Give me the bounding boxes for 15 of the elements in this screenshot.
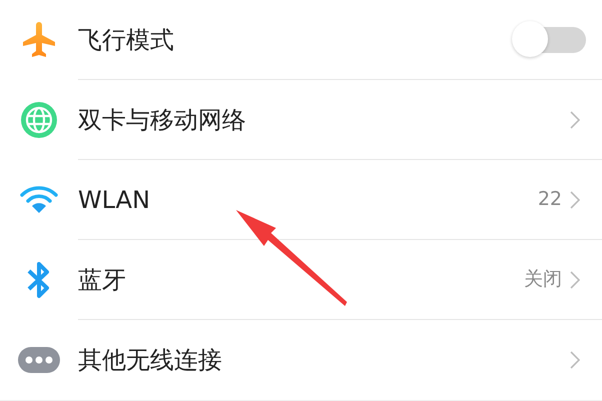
more-icon [18, 347, 60, 373]
setting-label[interactable]: 双卡与移动网络 [78, 102, 570, 138]
setting-label[interactable]: 蓝牙 [78, 262, 524, 298]
setting-label[interactable]: 飞行模式 [78, 22, 510, 58]
chevron-icon [570, 270, 580, 288]
setting-value: 关闭 [524, 267, 562, 292]
wifi-icon [19, 185, 59, 215]
chevron-icon [570, 351, 580, 369]
chevron-icon [570, 110, 580, 128]
chevron-icon [570, 190, 580, 208]
airplane-icon [22, 21, 56, 59]
setting-value: 22 [538, 187, 562, 212]
setting-label[interactable]: WLAN [78, 182, 538, 218]
globe-icon [20, 101, 58, 139]
setting-label[interactable]: 其他无线连接 [78, 342, 570, 378]
